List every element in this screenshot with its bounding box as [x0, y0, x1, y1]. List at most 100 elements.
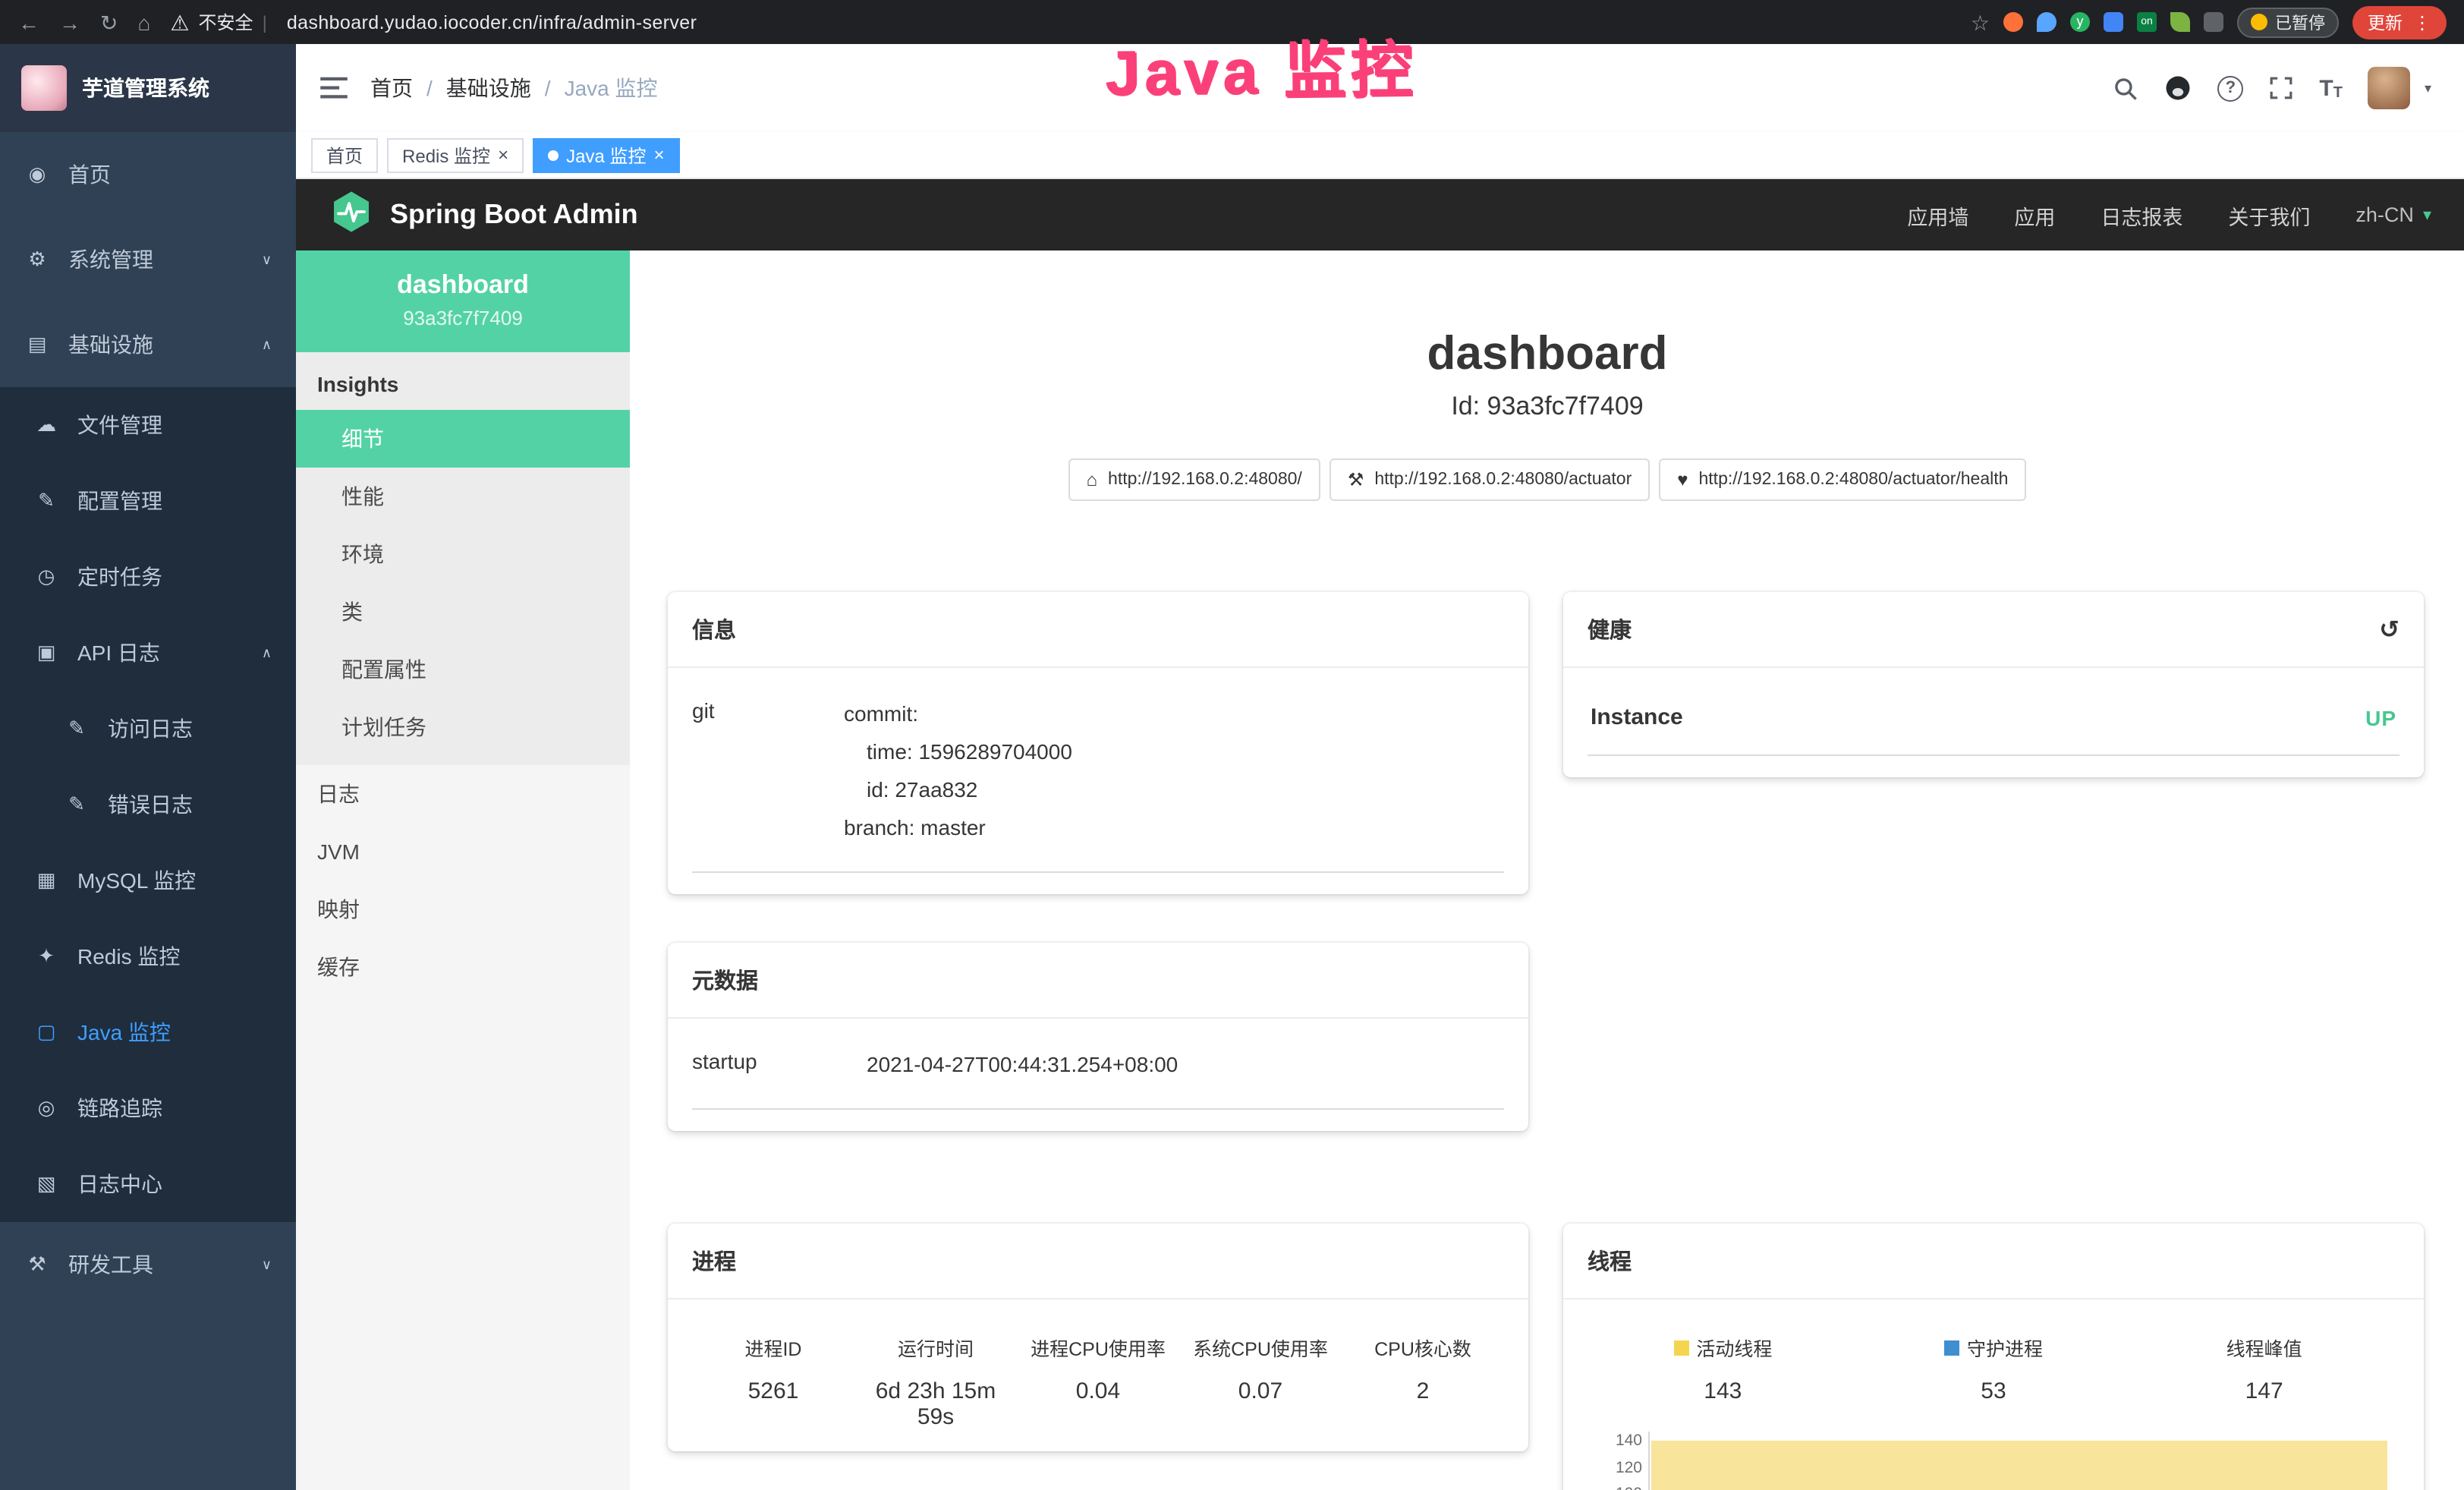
fullscreen-icon[interactable]: [2269, 76, 2293, 100]
sidebar-item-label: 日志中心: [77, 1169, 162, 1199]
metadata-row-label: startup: [692, 1046, 867, 1084]
instance-sidebar: dashboard 93a3fc7f7409 Insights 细节 性能 环境…: [296, 250, 630, 1490]
sidebar-item-mysql-monitor[interactable]: ▦ MySQL 监控: [0, 843, 296, 918]
sidebar-item-log-center[interactable]: ▧ 日志中心: [0, 1146, 296, 1222]
api-log-icon: ▣: [33, 641, 59, 665]
info-card-header: 信息: [668, 592, 1528, 668]
address-bar[interactable]: dashboard.yudao.iocoder.cn/infra/admin-s…: [287, 11, 697, 33]
process-card-title: 进程: [692, 1245, 736, 1277]
extension-icon-fox[interactable]: [2003, 12, 2023, 32]
process-metric-cores: CPU核心数 2: [1342, 1333, 1504, 1430]
home-icon[interactable]: ⌂: [137, 11, 150, 33]
extension-icon-on-badge[interactable]: on: [2137, 12, 2157, 32]
sba-nav-applications[interactable]: 应用: [2014, 200, 2055, 230]
breadcrumb-home[interactable]: 首页: [370, 73, 413, 103]
sidebar-item-redis-monitor[interactable]: ✦ Redis 监控: [0, 918, 296, 994]
tab-redis-monitor[interactable]: Redis 监控 ×: [387, 137, 524, 172]
redis-icon: ✦: [33, 944, 59, 969]
font-size-icon[interactable]: TT: [2319, 75, 2343, 101]
git-commit-line: commit:: [844, 695, 1072, 733]
sidebar-item-label: 基础设施: [68, 329, 153, 360]
sba-side-item-metrics[interactable]: 性能: [296, 468, 630, 525]
annotation-overlay: Java 监控: [1104, 18, 1417, 112]
close-icon[interactable]: ×: [498, 146, 508, 164]
search-icon[interactable]: [2113, 75, 2138, 101]
sba-side-item-logs[interactable]: 日志: [296, 765, 630, 823]
file-icon: ☁: [33, 413, 59, 437]
sba-side-item-environment[interactable]: 环境: [296, 525, 630, 583]
font-size-small-glyph: T: [2333, 84, 2343, 101]
extension-icon-drop[interactable]: [2037, 12, 2056, 32]
mysql-icon: ▦: [33, 868, 59, 893]
sba-side-item-jvm[interactable]: JVM: [296, 823, 630, 880]
legend-label: 活动线程: [1696, 1333, 1772, 1362]
extension-icon-green-circle[interactable]: y: [2070, 12, 2090, 32]
info-row-git: git commit: time: 1596289704000 id: 27aa…: [692, 689, 1504, 873]
kebab-menu-icon[interactable]: ⋮: [2413, 13, 2431, 31]
sba-side-item-classes[interactable]: 类: [296, 583, 630, 641]
legend-swatch-yellow: [1673, 1340, 1688, 1355]
sidebar-item-files[interactable]: ☁ 文件管理: [0, 387, 296, 463]
sba-side-item-details[interactable]: 细节: [296, 410, 630, 468]
sba-logo[interactable]: [329, 189, 373, 241]
reload-icon[interactable]: ↻: [100, 11, 118, 33]
github-icon[interactable]: [2164, 74, 2192, 102]
header-actions: ? TT ▾: [2113, 67, 2440, 109]
sidebar-item-devtools[interactable]: ⚒ 研发工具 ∨: [0, 1222, 296, 1307]
avatar-caret-icon[interactable]: ▾: [2425, 80, 2431, 96]
sidebar-item-home[interactable]: ◉ 首页: [0, 132, 296, 217]
bookmark-star-icon[interactable]: ☆: [1971, 11, 1990, 33]
security-chip[interactable]: ⚠ 不安全 |: [170, 9, 266, 35]
sba-side-item-scheduled-tasks[interactable]: 计划任务: [296, 698, 630, 756]
extension-icon-leaf[interactable]: [2170, 12, 2190, 32]
extensions-puzzle-icon[interactable]: [2204, 12, 2223, 32]
close-icon[interactable]: ×: [653, 146, 664, 164]
sba-nav-about[interactable]: 关于我们: [2228, 200, 2310, 230]
sidebar-item-scheduled-jobs[interactable]: ◷ 定时任务: [0, 539, 296, 615]
history-icon[interactable]: ↺: [2379, 614, 2399, 644]
back-icon[interactable]: ←: [18, 11, 39, 33]
process-metric-pid: 进程ID 5261: [692, 1333, 854, 1430]
metric-label: 进程CPU使用率: [1017, 1333, 1179, 1362]
sba-locale-select[interactable]: zh-CN ▾: [2355, 203, 2431, 226]
sba-side-item-mappings[interactable]: 映射: [296, 880, 630, 938]
update-button-label: 更新: [2368, 10, 2403, 34]
service-url-button[interactable]: ⌂ http://192.168.0.2:48080/: [1068, 458, 1320, 501]
extension-icon-grid[interactable]: [2104, 12, 2123, 32]
warning-icon: ⚠: [170, 11, 189, 33]
tab-home[interactable]: 首页: [311, 137, 378, 172]
legend-label: 线程峰值: [2226, 1333, 2302, 1362]
chevron-down-icon: ∨: [262, 1256, 272, 1273]
sidebar-item-system[interactable]: ⚙ 系统管理 ∨: [0, 217, 296, 302]
sba-side-item-config-props[interactable]: 配置属性: [296, 641, 630, 698]
sidebar-item-infra[interactable]: ▤ 基础设施 ∧: [0, 302, 296, 387]
chevron-down-icon: ▾: [2423, 205, 2431, 225]
sba-side-item-caches[interactable]: 缓存: [296, 938, 630, 996]
user-avatar[interactable]: [2368, 67, 2411, 109]
sba-nav-wallboard[interactable]: 应用墙: [1907, 200, 1968, 230]
sidebar-item-api-logs[interactable]: ▣ API 日志 ∧: [0, 615, 296, 691]
sidebar-item-java-monitor[interactable]: ▢ Java 监控: [0, 994, 296, 1070]
health-card-title: 健康: [1588, 613, 1632, 645]
sidebar-item-label: 研发工具: [68, 1249, 153, 1280]
update-button[interactable]: 更新 ⋮: [2352, 5, 2447, 39]
actuator-url-button[interactable]: ⚒ http://192.168.0.2:48080/actuator: [1330, 458, 1650, 501]
sidebar-item-tracing[interactable]: ◎ 链路追踪: [0, 1070, 296, 1146]
sidebar-item-access-log[interactable]: ✎ 访问日志: [0, 691, 296, 767]
metric-value: 0.07: [1179, 1378, 1342, 1404]
profile-chip[interactable]: 已暂停: [2237, 7, 2339, 37]
tab-java-monitor[interactable]: Java 监控 ×: [533, 137, 679, 172]
instance-header[interactable]: dashboard 93a3fc7f7409: [296, 250, 630, 352]
breadcrumb-infra[interactable]: 基础设施: [446, 73, 531, 103]
sba-brand[interactable]: Spring Boot Admin: [390, 199, 638, 231]
hamburger-icon[interactable]: [320, 76, 348, 100]
sidebar-item-error-log[interactable]: ✎ 错误日志: [0, 767, 296, 843]
sidebar-item-config[interactable]: ✎ 配置管理: [0, 463, 296, 539]
sba-nav-journal[interactable]: 日志报表: [2101, 200, 2182, 230]
instance-name: dashboard: [305, 270, 621, 301]
help-icon[interactable]: ?: [2217, 75, 2243, 101]
forward-icon[interactable]: →: [59, 11, 80, 33]
app-logo-row[interactable]: 芋道管理系统: [0, 44, 296, 132]
sidebar-item-label: 链路追踪: [77, 1093, 162, 1123]
health-url-button[interactable]: ♥ http://192.168.0.2:48080/actuator/heal…: [1659, 458, 2026, 501]
